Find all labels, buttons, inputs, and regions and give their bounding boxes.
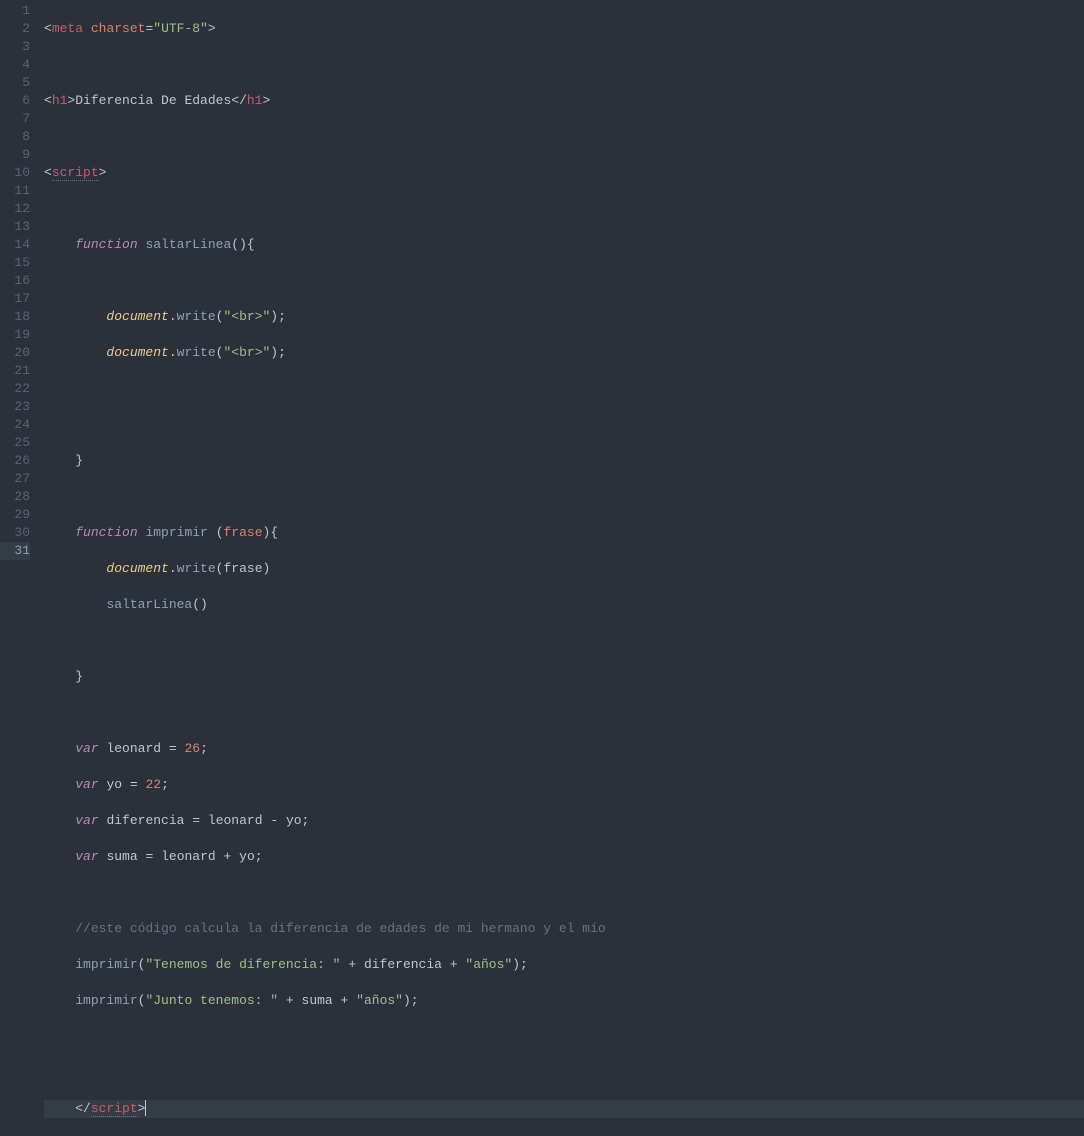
line-number: 23	[0, 398, 30, 416]
code-line	[44, 128, 1084, 146]
line-number: 8	[0, 128, 30, 146]
code-line: document.write(frase)	[44, 560, 1084, 578]
code-line	[44, 56, 1084, 74]
code-line	[44, 884, 1084, 902]
line-number: 16	[0, 272, 30, 290]
line-number: 6	[0, 92, 30, 110]
line-number: 21	[0, 362, 30, 380]
line-number: 17	[0, 290, 30, 308]
code-line: imprimir("Tenemos de diferencia: " + dif…	[44, 956, 1084, 974]
line-number: 4	[0, 56, 30, 74]
line-number: 28	[0, 488, 30, 506]
code-editor[interactable]: <meta charset="UTF-8"> <h1>Diferencia De…	[44, 0, 1084, 568]
line-number: 19	[0, 326, 30, 344]
line-number: 12	[0, 200, 30, 218]
code-line	[44, 380, 1084, 398]
line-number: 18	[0, 308, 30, 326]
line-number: 24	[0, 416, 30, 434]
code-line: document.write("<br>");	[44, 308, 1084, 326]
code-line	[44, 488, 1084, 506]
code-line: saltarLinea()	[44, 596, 1084, 614]
code-line	[44, 704, 1084, 722]
code-line: function saltarLinea(){	[44, 236, 1084, 254]
text-cursor	[145, 1100, 146, 1116]
code-line: <meta charset="UTF-8">	[44, 20, 1084, 38]
code-line: <h1>Diferencia De Edades</h1>	[44, 92, 1084, 110]
line-number: 3	[0, 38, 30, 56]
line-number: 2	[0, 20, 30, 38]
line-number: 15	[0, 254, 30, 272]
code-line: }	[44, 452, 1084, 470]
line-number: 7	[0, 110, 30, 128]
code-line: <script>	[44, 164, 1084, 182]
code-line: var yo = 22;	[44, 776, 1084, 794]
code-line: document.write("<br>");	[44, 344, 1084, 362]
code-line	[44, 416, 1084, 434]
code-line: //este código calcula la diferencia de e…	[44, 920, 1084, 938]
code-line	[44, 200, 1084, 218]
line-number: 31	[0, 542, 30, 560]
line-number: 30	[0, 524, 30, 542]
code-line-current: </script>	[44, 1100, 1084, 1118]
code-line: var leonard = 26;	[44, 740, 1084, 758]
code-line	[44, 272, 1084, 290]
code-line	[44, 1028, 1084, 1046]
line-number-gutter: 1234567891011121314151617181920212223242…	[0, 0, 44, 568]
line-number: 5	[0, 74, 30, 92]
line-number: 9	[0, 146, 30, 164]
line-number: 20	[0, 344, 30, 362]
line-number: 1	[0, 2, 30, 20]
line-number: 11	[0, 182, 30, 200]
code-line: imprimir("Junto tenemos: " + suma + "año…	[44, 992, 1084, 1010]
line-number: 29	[0, 506, 30, 524]
line-number: 13	[0, 218, 30, 236]
line-number: 25	[0, 434, 30, 452]
line-number: 22	[0, 380, 30, 398]
line-number: 27	[0, 470, 30, 488]
code-line	[44, 1064, 1084, 1082]
line-number: 26	[0, 452, 30, 470]
code-line	[44, 632, 1084, 650]
line-number: 14	[0, 236, 30, 254]
code-line: var diferencia = leonard - yo;	[44, 812, 1084, 830]
code-line: }	[44, 668, 1084, 686]
line-number: 10	[0, 164, 30, 182]
code-line: var suma = leonard + yo;	[44, 848, 1084, 866]
code-line: function imprimir (frase){	[44, 524, 1084, 542]
